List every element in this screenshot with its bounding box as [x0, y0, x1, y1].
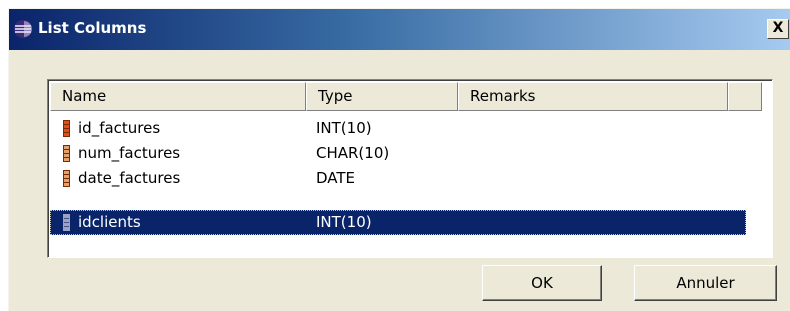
column-icon — [63, 214, 70, 231]
column-icon — [63, 145, 70, 162]
row-name: num_factures — [78, 144, 181, 162]
table-row[interactable]: id_factures INT(10) — [50, 116, 746, 141]
column-icon — [63, 170, 70, 187]
eclipse-app-icon — [14, 20, 32, 38]
table-header: Name Type Remarks — [50, 82, 770, 111]
title-bar[interactable]: List Columns X — [9, 9, 790, 50]
close-icon: X — [772, 20, 784, 36]
row-name: id_factures — [78, 119, 161, 137]
row-type: CHAR(10) — [316, 144, 390, 162]
row-name: date_factures — [78, 169, 181, 187]
table-row-selected[interactable]: idclients INT(10) — [50, 210, 746, 235]
table-row[interactable]: date_factures DATE — [50, 166, 746, 191]
row-type: INT(10) — [316, 119, 372, 137]
row-name: idclients — [78, 213, 141, 231]
column-header-type[interactable]: Type — [306, 82, 458, 111]
column-header-name[interactable]: Name — [50, 82, 306, 111]
row-type: DATE — [316, 169, 356, 187]
cancel-button[interactable]: Annuler — [634, 265, 777, 301]
primary-key-column-icon — [63, 120, 70, 137]
window-title: List Columns — [38, 19, 147, 37]
list-columns-dialog: List Columns X Name Type Remarks id_fact… — [8, 8, 790, 311]
close-button[interactable]: X — [767, 19, 789, 39]
ok-button[interactable]: OK — [482, 265, 602, 301]
row-type: INT(10) — [316, 213, 372, 231]
column-header-filler — [728, 82, 762, 111]
columns-table: Name Type Remarks id_factures INT(10) nu… — [47, 79, 773, 258]
table-row[interactable]: num_factures CHAR(10) — [50, 141, 746, 166]
column-header-remarks[interactable]: Remarks — [458, 82, 728, 111]
